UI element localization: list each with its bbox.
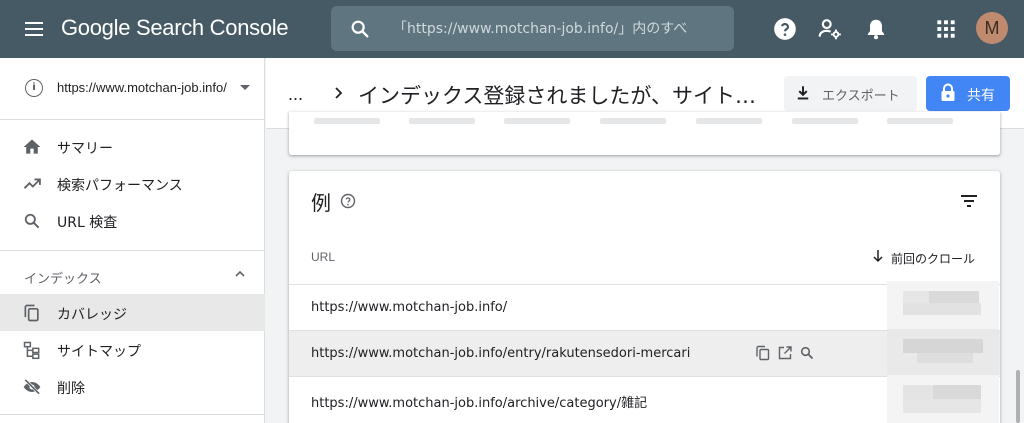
property-info-icon: i bbox=[25, 79, 43, 97]
breadcrumb-ellipsis[interactable]: ... bbox=[288, 84, 303, 105]
home-icon bbox=[23, 139, 41, 154]
search-input[interactable] bbox=[393, 6, 723, 51]
row-url[interactable]: https://www.motchan-job.info/archive/cat… bbox=[311, 392, 647, 411]
lock-icon bbox=[941, 83, 955, 101]
sidebar: i https://www.motchan-job.info/ サマリー 検索パ… bbox=[0, 58, 265, 423]
sidebar-item-coverage[interactable]: カバレッジ bbox=[0, 294, 265, 331]
sidebar-section-label: インデックス bbox=[24, 272, 102, 287]
search-icon bbox=[351, 20, 369, 38]
apps-grid-icon[interactable] bbox=[933, 16, 959, 42]
sidebar-item-label: サイトマップ bbox=[57, 344, 141, 360]
sitemap-icon bbox=[23, 341, 40, 360]
copy-icon bbox=[24, 304, 39, 322]
eye-off-icon bbox=[23, 378, 41, 395]
sidebar-item-label: カバレッジ bbox=[57, 307, 127, 323]
chevron-up-icon bbox=[235, 270, 245, 277]
redacted-crawl-dates bbox=[887, 281, 999, 423]
copy-url-icon[interactable] bbox=[755, 345, 771, 361]
menu-icon[interactable] bbox=[22, 17, 46, 41]
sidebar-item-label: サマリー bbox=[57, 141, 113, 157]
row-url[interactable]: https://www.motchan-job.info/ bbox=[311, 300, 507, 315]
help-icon[interactable] bbox=[772, 16, 798, 42]
sidebar-item-label: 検索パフォーマンス bbox=[57, 178, 183, 194]
chart-axis-tick bbox=[504, 118, 570, 124]
property-selector[interactable]: i https://www.motchan-job.info/ bbox=[0, 58, 265, 120]
chevron-right-icon bbox=[335, 87, 343, 99]
sidebar-item-label: 削除 bbox=[57, 381, 85, 397]
open-in-new-icon[interactable] bbox=[777, 345, 793, 361]
export-label: エクスポート bbox=[822, 89, 900, 104]
app-title[interactable]: Google Search Console bbox=[61, 15, 289, 41]
search-box[interactable] bbox=[331, 6, 734, 51]
notifications-icon[interactable] bbox=[863, 16, 889, 42]
search-icon bbox=[24, 213, 40, 229]
column-header-last-crawl[interactable]: 前回のクロール bbox=[891, 250, 975, 267]
property-label: https://www.motchan-job.info/ bbox=[57, 80, 227, 95]
filter-icon[interactable] bbox=[959, 191, 979, 211]
sidebar-item-removals[interactable]: 削除 bbox=[0, 368, 265, 405]
help-outline-icon[interactable] bbox=[340, 193, 356, 209]
export-button[interactable]: エクスポート bbox=[784, 76, 917, 111]
sidebar-item-label: URL 検査 bbox=[57, 215, 118, 231]
chart-axis-tick bbox=[314, 118, 380, 124]
trending-up-icon bbox=[23, 178, 41, 189]
examples-title: 例 bbox=[311, 191, 331, 215]
sidebar-item-summary[interactable]: サマリー bbox=[0, 128, 265, 165]
chart-axis-tick bbox=[409, 118, 475, 124]
top-app-bar: Google Search Console M bbox=[0, 0, 1024, 58]
sidebar-item-sitemaps[interactable]: サイトマップ bbox=[0, 331, 265, 368]
page-title: インデックス登録されましたが、サイト… bbox=[358, 84, 756, 108]
chart-axis-tick bbox=[887, 118, 953, 124]
examples-card: 例 URL 前回のクロール https://www.motchan-job.in… bbox=[289, 171, 1000, 423]
column-header-url[interactable]: URL bbox=[311, 250, 335, 264]
sidebar-item-url-inspection[interactable]: URL 検査 bbox=[0, 202, 265, 239]
dropdown-caret-icon bbox=[240, 85, 250, 90]
sort-down-arrow-icon[interactable] bbox=[872, 249, 884, 263]
row-url[interactable]: https://www.motchan-job.info/entry/rakut… bbox=[311, 346, 690, 361]
share-label: 共有 bbox=[967, 88, 995, 104]
chart-axis-tick bbox=[792, 118, 858, 124]
sidebar-divider bbox=[0, 414, 265, 415]
chart-axis-tick bbox=[600, 118, 666, 124]
chart-card bbox=[289, 112, 1000, 155]
sidebar-item-performance[interactable]: 検索パフォーマンス bbox=[0, 165, 265, 202]
inspect-url-icon[interactable] bbox=[799, 345, 815, 361]
scrollbar[interactable] bbox=[1016, 370, 1020, 423]
avatar[interactable]: M bbox=[976, 12, 1008, 44]
chart-axis-tick bbox=[696, 118, 762, 124]
manage-users-icon[interactable] bbox=[817, 16, 843, 42]
row-actions bbox=[755, 345, 815, 363]
share-button[interactable]: 共有 bbox=[926, 76, 1010, 111]
sidebar-section-index[interactable]: インデックス bbox=[0, 250, 265, 290]
download-icon bbox=[797, 86, 809, 100]
